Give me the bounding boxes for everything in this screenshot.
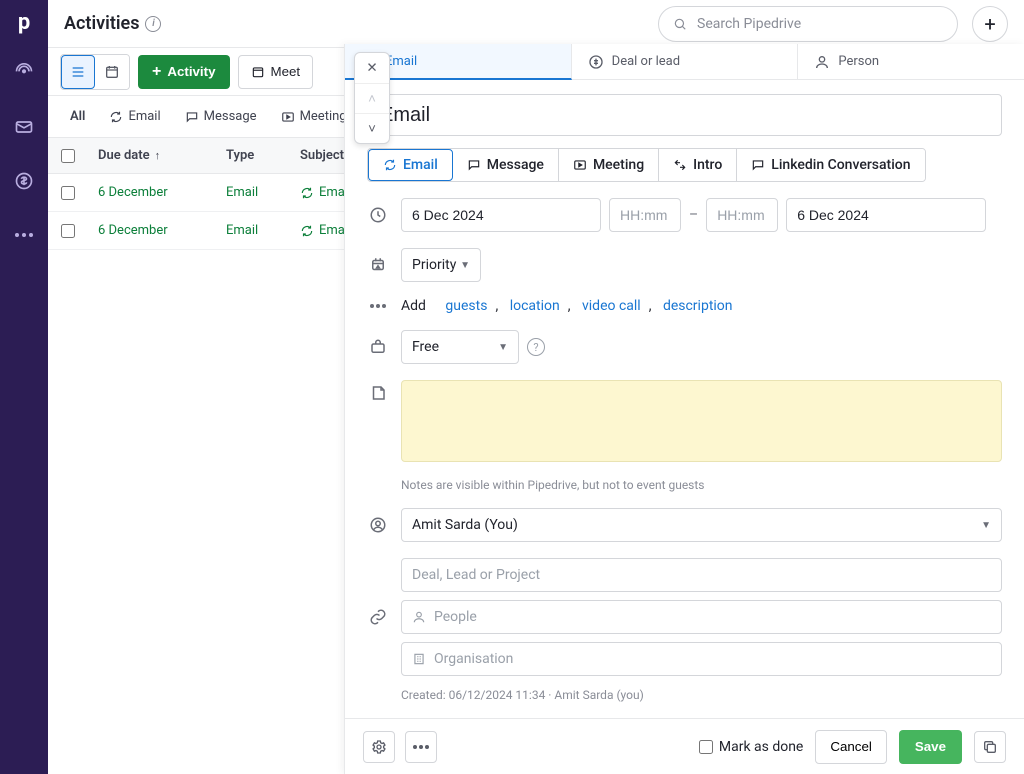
priority-select[interactable]: Priority▼ [401,248,481,282]
start-date-input[interactable] [401,198,601,232]
chat-icon [185,110,199,124]
select-all-checkbox[interactable] [61,149,75,163]
save-button[interactable]: Save [899,730,962,764]
panel-footer: Mark as done Cancel Save [345,718,1024,774]
help-icon[interactable]: ? [527,338,545,356]
copy-icon [982,739,998,755]
tab-deal[interactable]: Deal or lead [572,44,799,80]
note-icon [367,384,389,402]
chip-linkedin[interactable]: Linkedin Conversation [737,149,924,181]
duplicate-button[interactable] [974,731,1006,763]
calendar-view-button[interactable] [95,55,129,89]
flag-icon [367,256,389,274]
global-search[interactable]: Search Pipedrive [658,6,958,42]
pipedrive-logo[interactable]: p [18,10,30,35]
add-location-link[interactable]: location [510,298,560,314]
dollar-icon [588,54,604,70]
mark-done-checkbox[interactable]: Mark as done [699,739,804,755]
chip-meeting[interactable]: Meeting [559,149,659,181]
page-title: Activities i [64,13,161,34]
cycle-icon [300,224,314,238]
org-input[interactable]: Organisation [401,642,1002,676]
cancel-button[interactable]: Cancel [815,730,887,764]
row-checkbox[interactable] [61,224,75,238]
global-add-button[interactable]: + [972,6,1008,42]
availability-select[interactable]: Free▼ [401,330,519,364]
person-icon [412,610,426,624]
notes-textarea[interactable] [401,380,1002,462]
chip-email[interactable]: Email [368,149,453,181]
col-type[interactable]: Type [216,148,290,163]
play-icon [281,110,295,124]
end-time-input[interactable] [706,198,778,232]
panel-drag-handle: ✕ ˄ ˅ [354,52,390,144]
broadcast-icon[interactable] [8,57,40,89]
mail-icon[interactable] [8,111,40,143]
owner-select[interactable]: Amit Sarda (You)▼ [401,508,1002,542]
list-view-button[interactable] [61,55,95,89]
meeting-scheduler-button[interactable]: Meet [238,55,314,89]
more-icon[interactable] [8,219,40,251]
search-placeholder: Search Pipedrive [697,16,801,32]
activity-detail-panel: Email Deal or lead Person Email [344,44,1024,774]
cell-type[interactable]: Email [216,223,290,238]
add-extras-row: Add guests, location, video call, descri… [401,298,1002,314]
filter-all[interactable]: All [60,103,95,130]
sort-asc-icon: ↑ [155,149,161,162]
add-activity-button[interactable]: + Activity [138,55,230,89]
add-guests-link[interactable]: guests [445,298,487,314]
start-time-input[interactable] [609,198,681,232]
play-icon [573,158,587,172]
top-bar: Activities i Search Pipedrive + [48,0,1024,48]
filter-email[interactable]: Email [99,103,170,130]
notes-caption: Notes are visible within Pipedrive, but … [401,478,1002,492]
more-actions-button[interactable] [405,731,437,763]
info-icon[interactable]: i [145,16,161,32]
search-icon [673,17,687,31]
chip-message[interactable]: Message [453,149,559,181]
cell-type[interactable]: Email [216,185,290,200]
created-meta: Created: 06/12/2024 11:34 · Amit Sarda (… [401,688,1002,702]
clock-icon [367,206,389,224]
add-video-link[interactable]: video call [582,298,641,314]
cycle-icon [300,186,314,200]
gear-icon [371,739,387,755]
dollar-icon[interactable] [8,165,40,197]
panel-entity-tabs: Email Deal or lead Person [345,44,1024,80]
chat-icon [467,158,481,172]
filter-message[interactable]: Message [175,103,267,130]
close-panel-button[interactable]: ✕ [355,53,389,83]
person-icon [814,54,830,70]
calendar-icon [251,65,265,79]
more-icon [367,304,389,308]
handshake-icon [673,158,687,172]
cell-due-date[interactable]: 6 December [88,185,216,200]
chat-icon [751,158,765,172]
cell-due-date[interactable]: 6 December [88,223,216,238]
next-item-button[interactable]: ˅ [355,113,389,143]
tab-person[interactable]: Person [798,44,1024,80]
left-nav-rail: p [0,0,48,774]
range-dash: – [689,207,698,223]
deal-input[interactable]: Deal, Lead or Project [401,558,1002,592]
briefcase-icon [367,338,389,356]
row-checkbox[interactable] [61,186,75,200]
col-due-date[interactable]: Due date ↑ [88,148,216,163]
cycle-icon [383,158,397,172]
activity-type-picker: Email Message Meeting Intro [367,148,926,182]
building-icon [412,652,426,666]
prev-item-button[interactable]: ˄ [355,83,389,113]
chip-intro[interactable]: Intro [659,149,737,181]
user-icon [367,516,389,534]
activity-title-input[interactable] [367,94,1002,136]
people-input[interactable]: People [401,600,1002,634]
link-icon [367,608,389,626]
end-date-input[interactable] [786,198,986,232]
add-description-link[interactable]: description [663,298,733,314]
cycle-icon [109,110,123,124]
settings-button[interactable] [363,731,395,763]
